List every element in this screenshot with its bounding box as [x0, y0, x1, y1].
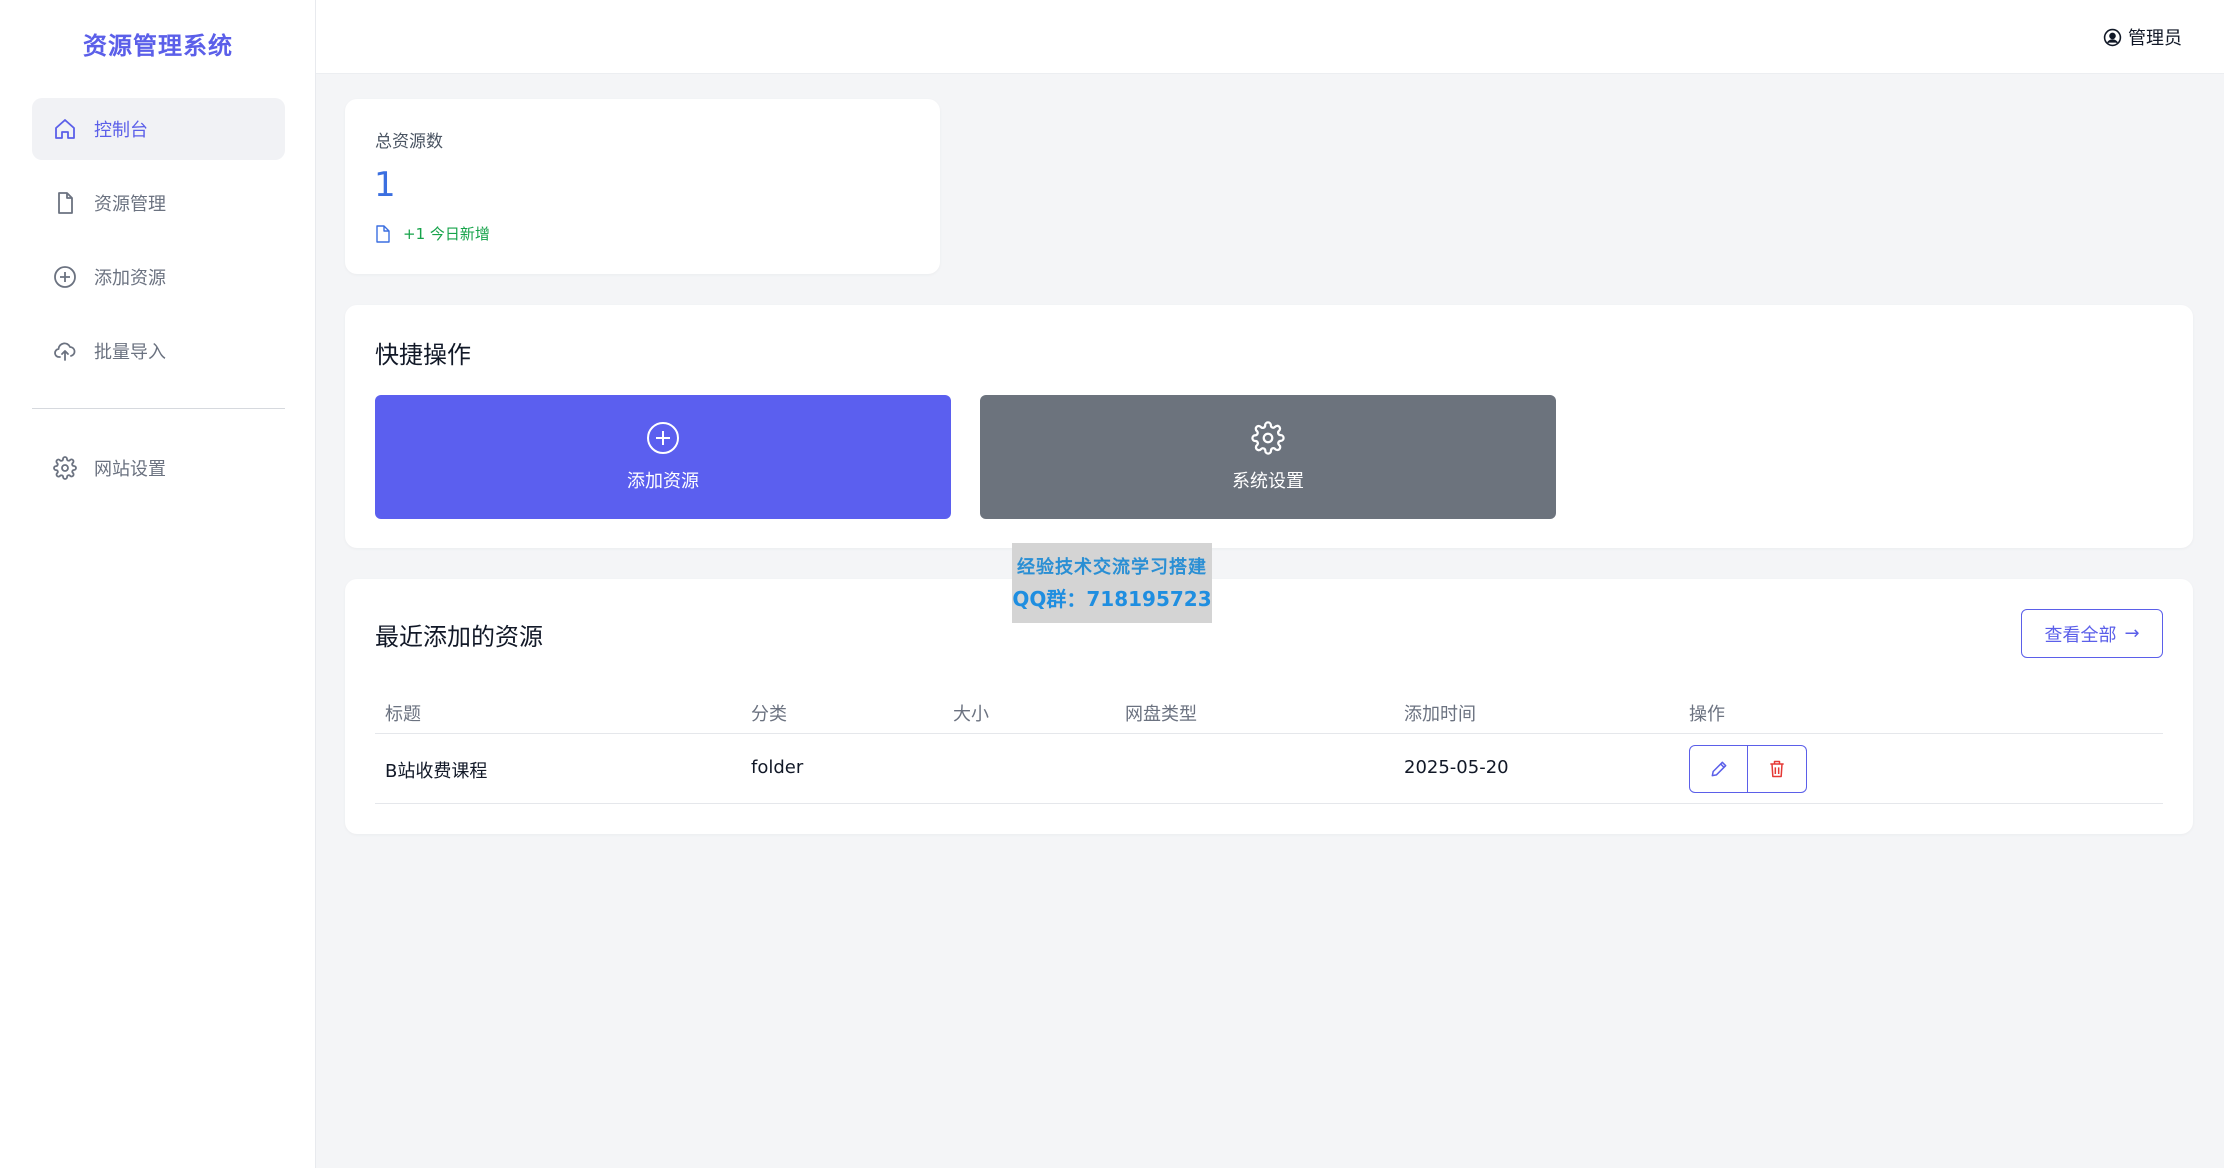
user-menu[interactable]: 管理员 — [2103, 24, 2182, 50]
file-icon — [376, 224, 390, 243]
stat-footnote: +1 今日新增 — [375, 223, 490, 244]
pencil-icon — [1711, 761, 1726, 777]
home-icon — [52, 116, 78, 142]
cell-title: B站收费课程 — [385, 761, 488, 782]
table-header: 标题 分类 大小 网盘类型 添加时间 操作 — [375, 690, 2163, 734]
recent-resources-card: 最近添加的资源 查看全部 → 标题 分类 大小 网盘类型 添加时间 操作 B站收… — [345, 579, 2193, 834]
brand-title: 资源管理系统 — [83, 32, 233, 60]
sidebar-nav: 控制台 资源管理 添加资源 批量导入 网站设置 — [32, 98, 285, 511]
sidebar-item-label: 添加资源 — [94, 268, 166, 289]
recent-resources-title: 最近添加的资源 — [375, 623, 543, 651]
sidebar-item-label: 资源管理 — [94, 194, 166, 215]
sidebar-item-label: 批量导入 — [94, 342, 166, 363]
stat-label: 总资源数 — [375, 132, 443, 152]
trash-icon — [1770, 760, 1784, 778]
stat-footnote-text: +1 今日新增 — [403, 225, 490, 243]
column-header-actions: 操作 — [1689, 704, 1725, 725]
plus-circle-icon — [647, 422, 679, 454]
system-settings-button[interactable]: 系统设置 — [980, 395, 1556, 519]
watermark-overlay: 经验技术交流学习搭建 QQ群：718195723 — [1012, 543, 1212, 623]
column-header-size: 大小 — [953, 704, 989, 725]
system-settings-label: 系统设置 — [1232, 471, 1304, 492]
column-header-disk-type: 网盘类型 — [1125, 704, 1197, 725]
sidebar-divider — [32, 408, 285, 409]
cell-category: folder — [751, 757, 804, 778]
sidebar-item-label: 网站设置 — [94, 459, 166, 480]
column-header-title: 标题 — [385, 704, 421, 725]
view-all-label: 查看全部 — [2044, 624, 2117, 646]
file-icon — [52, 190, 78, 216]
edit-button[interactable] — [1689, 745, 1748, 793]
gear-icon — [52, 455, 78, 481]
sidebar-item-dashboard[interactable]: 控制台 — [32, 98, 285, 160]
view-all-button[interactable]: 查看全部 → — [2021, 609, 2163, 658]
sidebar-item-resources[interactable]: 资源管理 — [32, 172, 285, 234]
user-name: 管理员 — [2128, 28, 2182, 49]
user-circle-icon — [2103, 28, 2122, 46]
cell-added-time: 2025-05-20 — [1404, 757, 1509, 778]
recent-resources-table: 标题 分类 大小 网盘类型 添加时间 操作 B站收费课程 folder 2025… — [375, 690, 2163, 804]
quick-actions-card: 快捷操作 添加资源 系统设置 — [345, 305, 2193, 548]
sidebar-item-batch-import[interactable]: 批量导入 — [32, 320, 285, 382]
delete-button[interactable] — [1748, 745, 1807, 793]
sidebar-item-site-settings[interactable]: 网站设置 — [32, 437, 285, 499]
column-header-category: 分类 — [751, 704, 787, 725]
total-resources-card: 总资源数 1 +1 今日新增 — [345, 99, 940, 274]
table-row: B站收费课程 folder 2025-05-20 — [375, 734, 2163, 804]
stat-value: 1 — [374, 165, 396, 205]
add-resource-button[interactable]: 添加资源 — [375, 395, 951, 519]
quick-actions-title: 快捷操作 — [375, 341, 471, 369]
cloud-upload-icon — [52, 338, 78, 364]
row-actions — [1689, 745, 1807, 793]
sidebar-item-add-resource[interactable]: 添加资源 — [32, 246, 285, 308]
arrow-right-icon: → — [2124, 623, 2140, 644]
gear-icon — [1251, 421, 1285, 455]
watermark-line-2: QQ群：718195723 — [1012, 587, 1212, 611]
sidebar: 资源管理系统 控制台 资源管理 添加资源 批量导入 网站设置 — [0, 0, 316, 1168]
plus-circle-icon — [52, 264, 78, 290]
watermark-line-1: 经验技术交流学习搭建 — [1017, 557, 1207, 578]
sidebar-item-label: 控制台 — [94, 120, 148, 141]
top-bar: 管理员 — [316, 0, 2224, 74]
column-header-added-time: 添加时间 — [1404, 704, 1476, 725]
add-resource-label: 添加资源 — [627, 471, 699, 492]
